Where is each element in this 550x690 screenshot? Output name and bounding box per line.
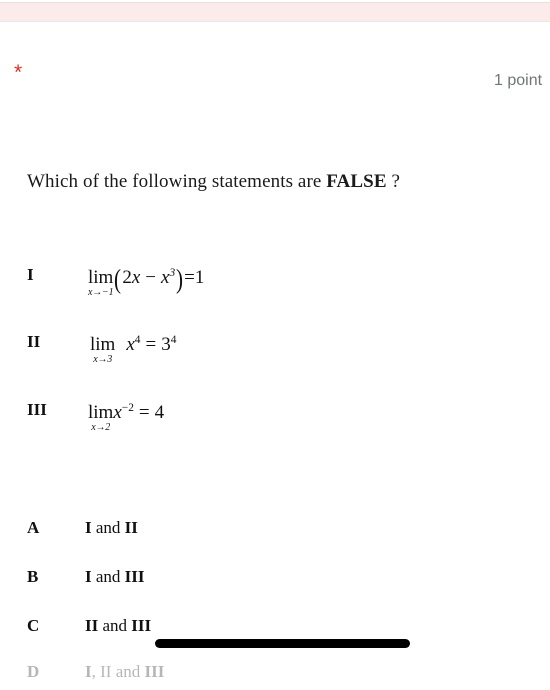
limit-operator-2: lim x→3 — [90, 334, 116, 366]
option-a[interactable]: A I and II — [0, 512, 550, 546]
limit-word-3: lim — [88, 402, 114, 424]
option-c-second: III — [131, 616, 152, 635]
statement-row-1: I lim x→−1 (2x − x3)=1 — [0, 255, 550, 301]
variable-3: x — [113, 402, 122, 424]
question-suffix: ? — [386, 171, 400, 192]
option-b-conj: and — [91, 567, 125, 586]
exponent-2: 4 — [134, 334, 141, 346]
question-emphasis: FALSE — [326, 171, 387, 192]
equals-sign-1: = — [184, 267, 195, 289]
statement-label-3: III — [27, 400, 47, 419]
option-text-d: I, II and III — [85, 662, 164, 682]
exponent-3: −2 — [121, 402, 134, 414]
question-header: * 1 point — [0, 62, 550, 104]
limit-word-2: lim — [90, 334, 116, 356]
equals-sign-3: = — [138, 402, 150, 424]
option-b-second: III — [124, 567, 145, 586]
limit-subscript-3: x→2 — [91, 422, 111, 434]
option-a-conj: and — [91, 518, 125, 537]
option-letter-d: D — [27, 662, 40, 681]
result-base-2: 3 — [161, 334, 171, 356]
points-label: 1 point — [494, 72, 543, 89]
option-b[interactable]: B I and III — [0, 561, 550, 595]
limit-operator-1: lim x→−1 — [88, 267, 114, 299]
variable-2: x — [126, 334, 135, 356]
open-paren-1: ( — [114, 264, 122, 295]
question-title: Which of the following statements are FA… — [27, 170, 400, 194]
statement-row-3: III lim x→2 x−2 = 4 — [0, 390, 550, 436]
statement-math-3: lim x→2 x−2 = 4 — [88, 402, 165, 434]
option-letter-c: C — [27, 616, 40, 635]
statement-math-1: lim x→−1 (2x − x3)=1 — [88, 264, 205, 299]
required-asterisk: * — [14, 61, 23, 84]
option-d[interactable]: D I, II and III — [0, 656, 550, 690]
option-a-second: II — [124, 518, 138, 537]
option-a-first: I — [85, 518, 92, 537]
option-text-b: I and III — [85, 567, 145, 587]
scroll-indicator[interactable] — [155, 639, 410, 648]
result-exponent-2: 4 — [170, 334, 177, 346]
close-paren-1: ) — [176, 264, 184, 295]
limit-subscript-1: x→−1 — [87, 287, 114, 299]
statement-row-2: II lim x→3 x4 = 34 — [0, 322, 550, 368]
equals-sign-2: = — [145, 334, 157, 356]
option-text-c: II and III — [85, 616, 151, 636]
limit-subscript-2: x→3 — [93, 354, 113, 366]
required-error-banner — [0, 2, 550, 22]
option-d-second: III — [144, 662, 165, 681]
option-letter-a: A — [27, 518, 40, 537]
question-prefix: Which of the following statements are — [27, 171, 327, 192]
option-d-conj: , II and — [91, 662, 145, 681]
limit-word-1: lim — [88, 267, 114, 289]
option-c-conj: and — [98, 616, 132, 635]
limit-operator-3: lim x→2 — [88, 402, 114, 434]
minus-sign-1: − — [145, 267, 156, 289]
option-text-a: I and II — [85, 518, 138, 538]
coefficient-1: 2 — [122, 267, 132, 289]
statement-label-1: I — [27, 265, 34, 284]
option-letter-b: B — [27, 567, 39, 586]
option-b-first: I — [85, 567, 92, 586]
statement-math-2: lim x→3 x4 = 34 — [90, 334, 177, 366]
exponent-1: 3 — [169, 267, 176, 279]
result-1: 1 — [194, 267, 205, 289]
statement-label-2: II — [27, 332, 41, 351]
variable-1a: x — [131, 267, 141, 289]
option-c-first: II — [85, 616, 99, 635]
option-d-first: I — [85, 662, 92, 681]
result-3: 4 — [154, 402, 165, 424]
